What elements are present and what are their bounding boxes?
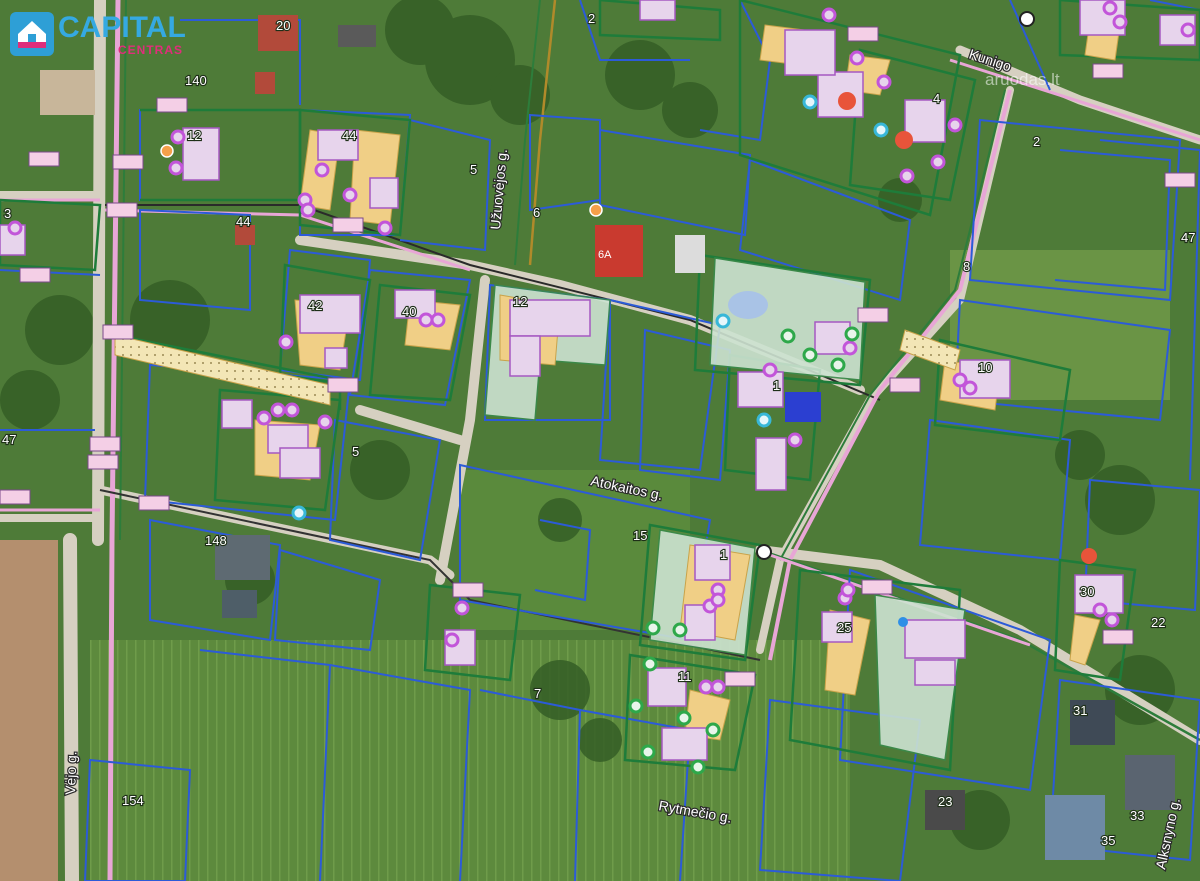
parcel-label: 42 <box>308 298 322 313</box>
parcel-label: 12 <box>513 294 527 309</box>
field-west-bare <box>0 540 58 881</box>
parcel-label: 47 <box>1181 230 1195 245</box>
parcel-label: 6A <box>598 249 612 261</box>
parcel-label: 47 <box>2 432 16 447</box>
parcel-label: 2 <box>588 11 595 26</box>
parcel-label: 1 <box>720 547 727 562</box>
blue-building <box>785 392 821 422</box>
parcel-label: 22 <box>1151 615 1165 630</box>
parcel-label: 30 <box>1080 584 1094 599</box>
parcel-label: 6 <box>533 205 540 220</box>
parcel-label: 1 <box>773 378 780 393</box>
logo-brand: CAPITAL <box>58 10 186 44</box>
parcel-label: 25 <box>837 620 851 635</box>
parcel-label: 44 <box>342 128 356 143</box>
parcel-label: 12 <box>187 128 201 143</box>
parcel-label: 2 <box>1033 134 1040 149</box>
aerial-map[interactable]: Užuovėjos g. Atokaitos g. Rytmečio g. Vė… <box>0 0 1200 881</box>
parcel-label: 140 <box>185 73 207 88</box>
parcel-label: 20 <box>276 18 290 33</box>
parcel-label: 148 <box>205 533 227 548</box>
pond <box>728 291 768 319</box>
marker-blue-point[interactable] <box>898 617 908 627</box>
parcel-label: 5 <box>352 444 359 459</box>
parcel-label: 8 <box>963 259 970 274</box>
logo-sub: CENTRAS <box>118 42 184 57</box>
parcel-label: 11 <box>678 669 692 684</box>
parcel-label: 10 <box>978 360 992 375</box>
parcel-label: 15 <box>633 528 647 543</box>
parcel-label: 4 <box>933 91 940 106</box>
capital-centras-logo: CAPITAL CENTRAS <box>10 12 186 56</box>
parcel-label: 5 <box>470 162 477 177</box>
parcel-label: 7 <box>534 686 541 701</box>
house-icon <box>10 12 54 56</box>
parcel-label: 35 <box>1101 833 1115 848</box>
watermark: aruodas.lt <box>985 70 1060 89</box>
parcel-label: 33 <box>1130 808 1144 823</box>
parcel-label: 40 <box>402 304 416 319</box>
parcel-label: 31 <box>1073 703 1087 718</box>
parcel-label: 154 <box>122 793 144 808</box>
street-vejo: Vėjo g. <box>62 751 80 795</box>
parcel-label: 44 <box>236 214 250 229</box>
parcel-label: 23 <box>938 794 952 809</box>
parcel-label: 3 <box>4 206 11 221</box>
